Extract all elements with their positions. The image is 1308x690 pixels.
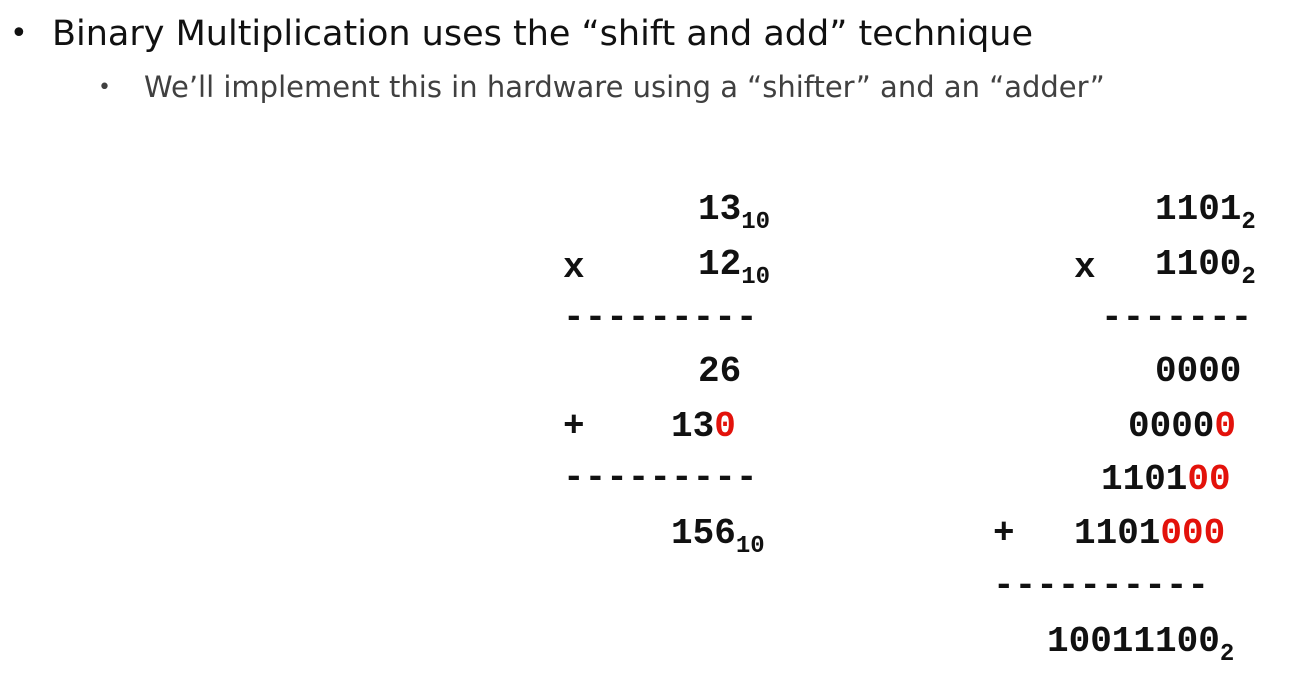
- binary-partial-4-shift: 000: [1160, 513, 1226, 554]
- binary-result-base: 2: [1219, 641, 1235, 668]
- binary-partial-1: 0000: [1155, 351, 1242, 392]
- bullet-sub: • We’ll implement this in hardware using …: [98, 70, 1105, 104]
- binary-partial-4: 1101000: [1074, 516, 1225, 552]
- binary-partial-4-digits: 1101: [1074, 513, 1161, 554]
- binary-partial-2-digits: 0000: [1128, 406, 1215, 447]
- decimal-result-value: 156: [671, 513, 736, 554]
- binary-times-sign: x: [1074, 247, 1096, 288]
- decimal-plus-sign: +: [563, 406, 585, 447]
- bullet-sub-text: We’ll implement this in hardware using a…: [144, 70, 1105, 104]
- decimal-multiplicand: 1310: [698, 192, 770, 235]
- decimal-rule-2: ---------: [563, 457, 758, 498]
- decimal-multiplicand-base: 10: [741, 209, 771, 236]
- binary-multiplicand: 11012: [1155, 192, 1256, 235]
- decimal-partial-2-digits: 13: [671, 406, 715, 447]
- bullet-dot: •: [10, 16, 28, 51]
- binary-result-value: 10011100: [1047, 621, 1220, 662]
- decimal-multiplier: 1210: [698, 247, 770, 290]
- binary-multiplier-base: 2: [1241, 264, 1256, 291]
- decimal-multiplicand-value: 13: [698, 189, 742, 230]
- decimal-partial-2-shift: 0: [714, 406, 736, 447]
- binary-multiplicand-base: 2: [1241, 209, 1256, 236]
- binary-multiplier: 11002: [1155, 247, 1256, 290]
- decimal-partial-1: 26: [698, 351, 742, 392]
- binary-partial-3: 110100: [1101, 462, 1231, 498]
- binary-multiplicand-value: 1101: [1155, 189, 1242, 230]
- bullet-main-text: Binary Multiplication uses the “shift an…: [52, 14, 1034, 54]
- binary-rule-1: -------: [1101, 297, 1253, 338]
- decimal-result-base: 10: [735, 533, 765, 560]
- decimal-rule-1: ---------: [563, 297, 758, 338]
- decimal-multiplier-base: 10: [741, 264, 771, 291]
- bullet-dot: •: [98, 75, 111, 100]
- decimal-partial-2: 130: [671, 409, 736, 445]
- binary-rule-2: ----------: [993, 565, 1210, 606]
- slide: • Binary Multiplication uses the “shift a…: [0, 0, 1308, 690]
- binary-partial-3-shift: 00: [1187, 459, 1231, 500]
- decimal-multiplier-value: 12: [698, 244, 742, 285]
- binary-partial-2: 00000: [1128, 409, 1236, 445]
- binary-plus-sign: +: [993, 513, 1015, 554]
- bullet-main: • Binary Multiplication uses the “shift a…: [10, 14, 1033, 54]
- decimal-result: 15610: [671, 516, 765, 559]
- decimal-times-sign: x: [563, 247, 585, 288]
- binary-partial-2-shift: 0: [1214, 406, 1237, 447]
- binary-multiplier-value: 1100: [1155, 244, 1242, 285]
- binary-result: 100111002: [1047, 624, 1234, 667]
- binary-partial-3-digits: 1101: [1101, 459, 1188, 500]
